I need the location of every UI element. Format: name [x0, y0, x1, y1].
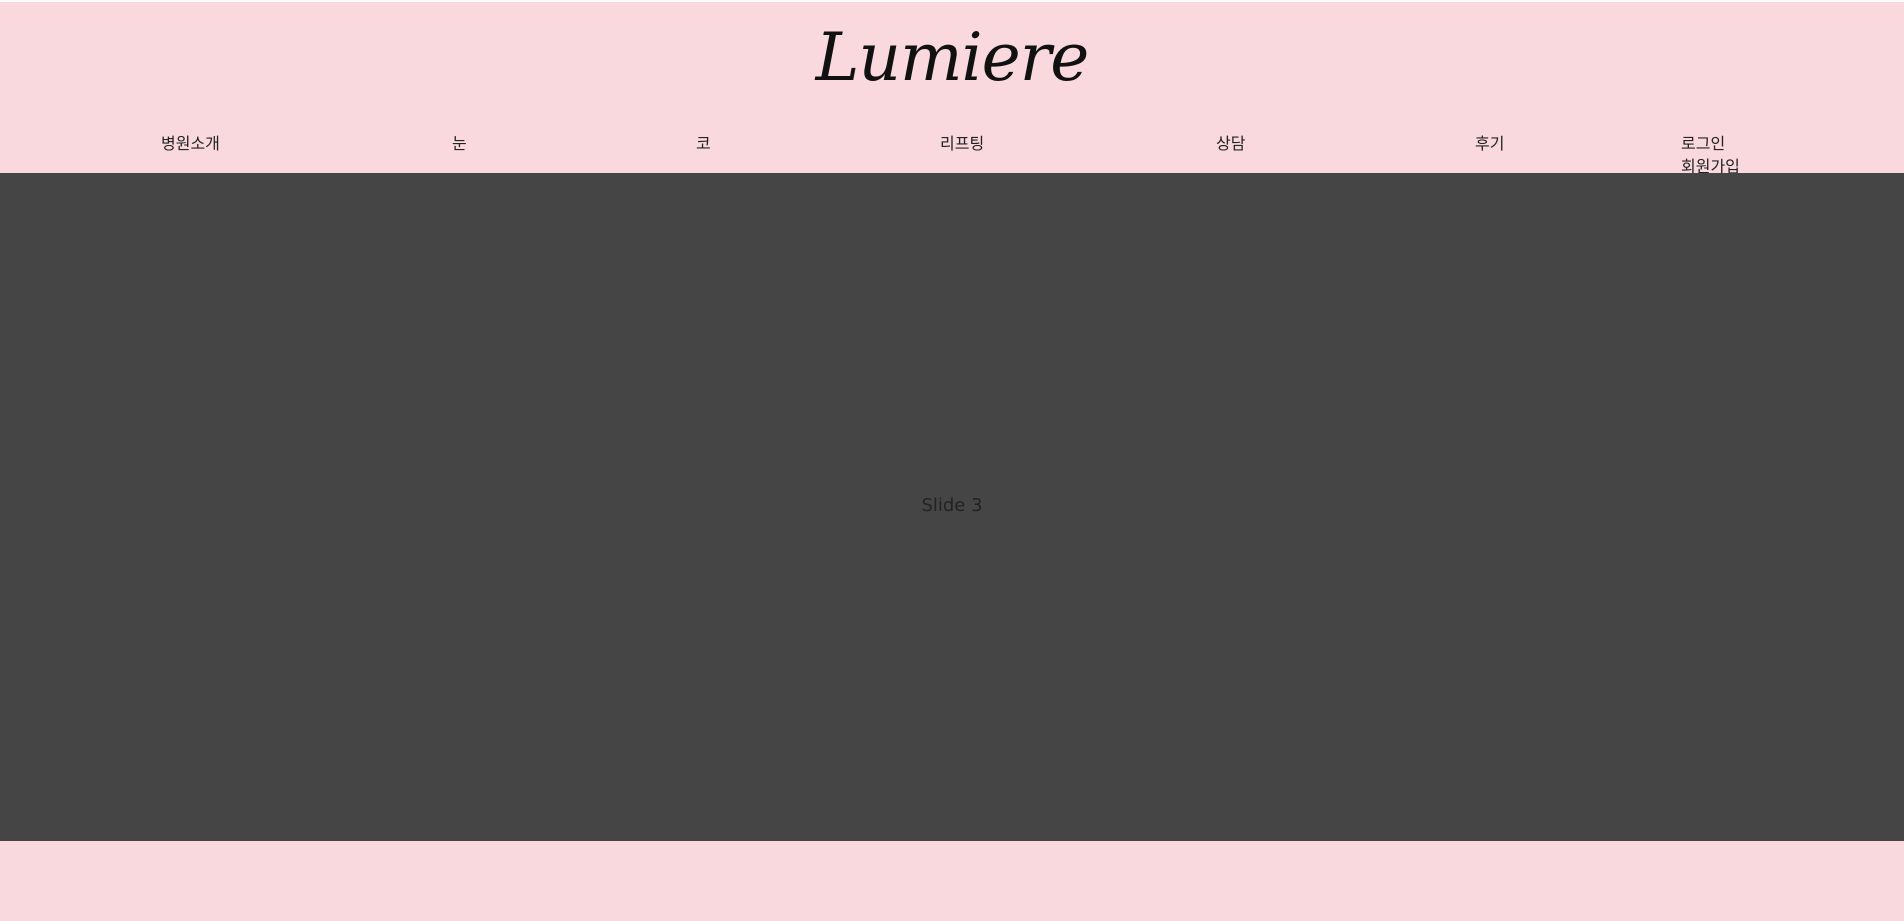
page: Lumiere 병원소개 눈 코 리프팅 상담 후기 로그인 회원가입 Slid… [0, 2, 1904, 921]
site-logo[interactable]: Lumiere [0, 8, 1904, 108]
site-header: Lumiere 병원소개 눈 코 리프팅 상담 후기 로그인 회원가입 [0, 2, 1904, 176]
slide-label: Slide 3 [921, 495, 983, 516]
nav-item-reviews[interactable]: 후기 [1475, 134, 1504, 154]
nav-item-hospital-intro[interactable]: 병원소개 [161, 134, 220, 154]
hero-slider[interactable]: Slide 3 [0, 173, 1904, 841]
nav-item-nose[interactable]: 코 [696, 134, 711, 154]
nav-item-consultation[interactable]: 상담 [1216, 134, 1245, 154]
login-link[interactable]: 로그인 [1681, 134, 1725, 154]
nav-item-eye[interactable]: 눈 [452, 134, 467, 154]
nav-item-lifting[interactable]: 리프팅 [940, 134, 984, 154]
footer [0, 841, 1904, 921]
